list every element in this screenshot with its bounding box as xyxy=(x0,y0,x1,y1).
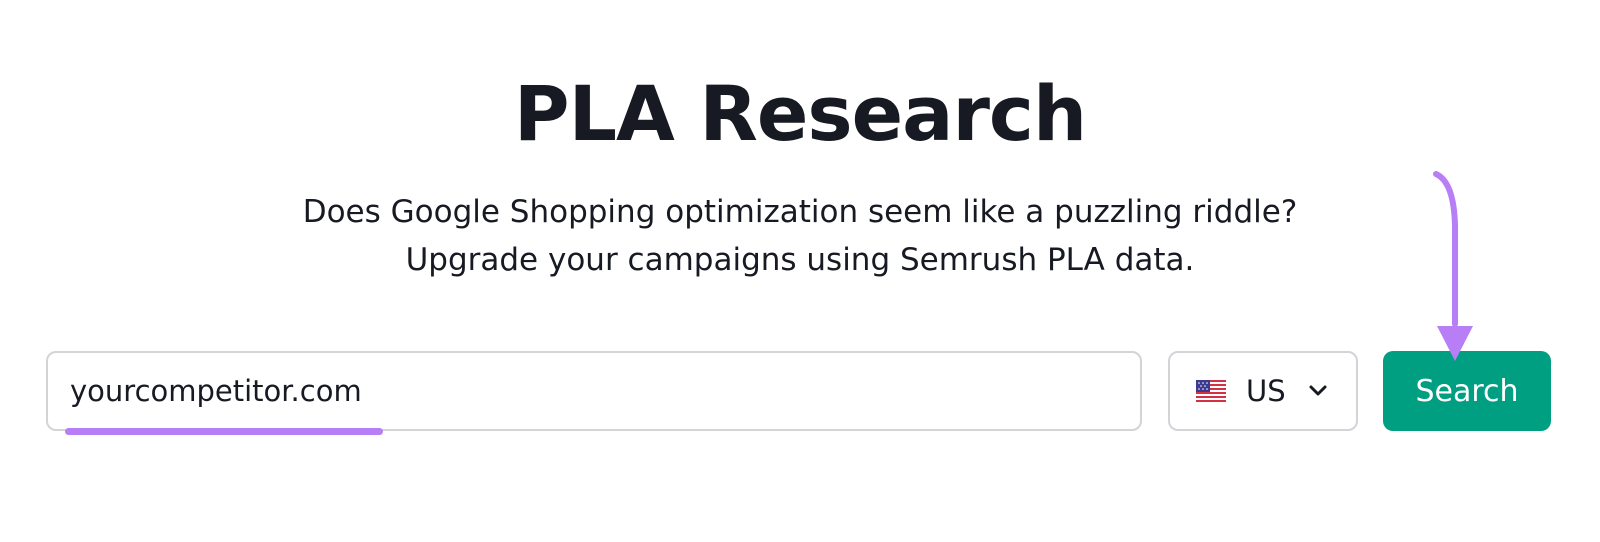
page-subtitle-line-1: Does Google Shopping optimization seem l… xyxy=(302,194,1298,230)
database-label: US xyxy=(1246,374,1286,408)
domain-search-field[interactable] xyxy=(46,351,1142,431)
database-select[interactable]: US xyxy=(1168,351,1358,431)
domain-search-input[interactable] xyxy=(70,353,1110,429)
page-title: PLA Research xyxy=(513,69,1087,158)
us-flag-icon xyxy=(1196,380,1226,406)
arrow-down-icon xyxy=(1420,166,1480,370)
highlight-underline xyxy=(65,428,383,435)
page-subtitle-line-2: Upgrade your campaigns using Semrush PLA… xyxy=(405,242,1195,278)
chevron-down-icon xyxy=(1308,383,1328,402)
page: PLA Research Does Google Shopping optimi… xyxy=(0,0,1600,542)
